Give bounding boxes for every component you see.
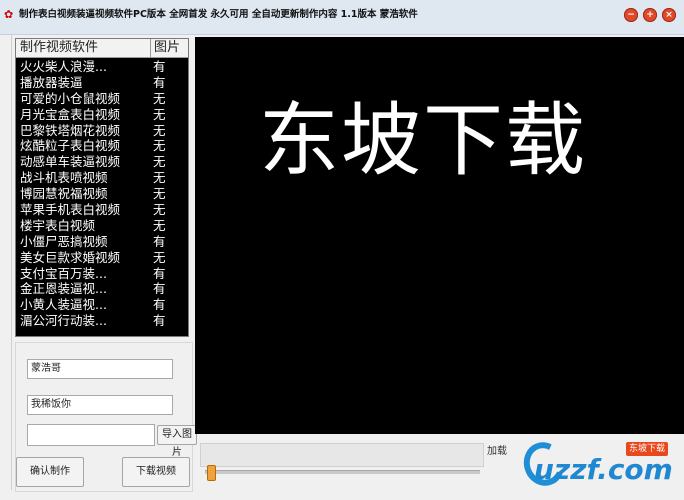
make-form: 蒙浩哥 我稀饭你 导入图片 确认制作 下载视频 [15,342,197,492]
seek-track[interactable] [205,470,480,474]
list-item-picture: 有 [153,59,166,74]
player-progress-area[interactable] [200,443,484,467]
column-header-name[interactable]: 制作视频软件 [20,40,98,56]
logo-text: uzzf.com [534,453,673,486]
list-item-name: 支付宝百万装... [20,265,107,281]
list-item-name: 湄公河行动装... [20,313,107,329]
list-item-name: 小僵尸恶搞视频 [20,233,108,249]
list-item[interactable]: 播放器装逼 有 [16,75,188,91]
list-item-picture: 无 [153,217,166,233]
list-item[interactable]: 支付宝百万装... 有 [16,266,188,282]
video-list[interactable]: 制作视频软件 图片 火火柴人浪漫... 有播放器装逼有可爱的小仓鼠视频无月光宝盒表… [15,38,189,337]
list-item-name: 播放器装逼 [20,74,83,90]
minimize-button[interactable]: − [624,8,638,22]
app-window: ✿ 制作表白视频装逼视频软件PC版本 全网首发 永久可用 全自动更新制作内容 1… [0,0,684,500]
list-item[interactable]: 火火柴人浪漫... 有 [16,59,188,75]
list-item-picture: 无 [153,106,166,122]
list-item-name: 金正恩装逼视... [20,281,107,297]
list-item[interactable]: 月光宝盒表白视频 无 [16,107,188,123]
list-item-picture: 无 [153,249,166,265]
maximize-button[interactable]: + [643,8,657,22]
column-divider[interactable] [150,39,151,57]
list-item-picture: 无 [153,138,166,154]
list-item[interactable]: 楼宇表白视频 无 [16,218,188,234]
list-rows: 火火柴人浪漫... 有播放器装逼有可爱的小仓鼠视频无月光宝盒表白视频无巴黎铁塔烟花… [16,59,188,329]
list-item[interactable]: 动感单车装逼视频 无 [16,154,188,170]
list-item-name: 炫酷粒子表白视频 [20,138,121,154]
download-video-button[interactable]: 下载视频 [122,457,190,487]
list-item-picture: 无 [153,170,166,186]
list-header: 制作视频软件 图片 [16,39,188,58]
list-item-name: 小黄人装逼视... [20,297,107,313]
list-item-name: 楼宇表白视频 [20,217,96,233]
name-field[interactable]: 蒙浩哥 [27,359,173,379]
list-item-name: 可爱的小仓鼠视频 [20,90,121,106]
list-item-picture: 有 [153,281,166,297]
speed-label: 加载 [487,446,507,457]
list-item[interactable]: 美女巨款求婚视频 无 [16,250,188,266]
import-image-button[interactable]: 导入图片 [157,425,197,458]
list-item[interactable]: 可爱的小仓鼠视频 无 [16,91,188,107]
watermark-text: 东坡下载 [259,94,587,187]
list-item-name: 博园慧祝福视频 [20,186,108,202]
seek-thumb[interactable] [207,465,216,481]
site-logo: uzzf.com 东坡下载 [510,436,680,496]
list-item[interactable]: 苹果手机表白视频 无 [16,202,188,218]
list-item[interactable]: 战斗机表喷视频 无 [16,170,188,186]
close-button[interactable]: × [662,8,676,22]
list-item-name: 美女巨款求婚视频 [20,249,121,265]
list-item-picture: 有 [153,233,166,249]
list-item-picture: 无 [153,186,166,202]
image-path-field[interactable] [27,424,155,446]
list-item-picture: 有 [153,74,166,90]
confirm-make-button[interactable]: 确认制作 [16,457,84,487]
maximize-icon: + [646,10,654,20]
list-item-name: 月光宝盒表白视频 [20,106,121,122]
list-item-picture: 有 [153,313,166,329]
list-item-name: 动感单车装逼视频 [20,154,121,170]
left-panel: 制作视频软件 图片 火火柴人浪漫... 有播放器装逼有可爱的小仓鼠视频无月光宝盒表… [11,35,197,492]
list-item[interactable]: 湄公河行动装... 有 [16,313,188,329]
list-item-picture: 无 [153,122,166,138]
video-preview[interactable]: 东坡下载 [195,37,684,434]
list-item[interactable]: 小僵尸恶搞视频 有 [16,234,188,250]
list-item[interactable]: 金正恩装逼视... 有 [16,281,188,297]
minimize-icon: − [627,10,635,20]
list-item-picture: 有 [153,297,166,313]
list-item-name: 战斗机表喷视频 [20,170,108,186]
list-item[interactable]: 炫酷粒子表白视频 无 [16,138,188,154]
column-header-picture[interactable]: 图片 [154,40,180,56]
list-item[interactable]: 小黄人装逼视... 有 [16,297,188,313]
app-icon: ✿ [4,8,14,21]
list-item-name: 火火柴人浪漫... [20,59,107,74]
list-item-name: 苹果手机表白视频 [20,202,121,218]
message-field[interactable]: 我稀饭你 [27,395,173,415]
list-item-picture: 无 [153,154,166,170]
list-item[interactable]: 巴黎铁塔烟花视频 无 [16,123,188,139]
title-bar[interactable]: ✿ 制作表白视频装逼视频软件PC版本 全网首发 永久可用 全自动更新制作内容 1… [0,0,684,35]
list-item[interactable]: 博园慧祝福视频 无 [16,186,188,202]
list-item-picture: 有 [153,265,166,281]
list-item-picture: 无 [153,202,166,218]
window-title: 制作表白视频装逼视频软件PC版本 全网首发 永久可用 全自动更新制作内容 1.1… [19,9,418,20]
close-icon: × [665,10,673,20]
logo-badge: 东坡下载 [626,442,669,456]
list-item-name: 巴黎铁塔烟花视频 [20,122,121,138]
list-item-picture: 无 [153,90,166,106]
